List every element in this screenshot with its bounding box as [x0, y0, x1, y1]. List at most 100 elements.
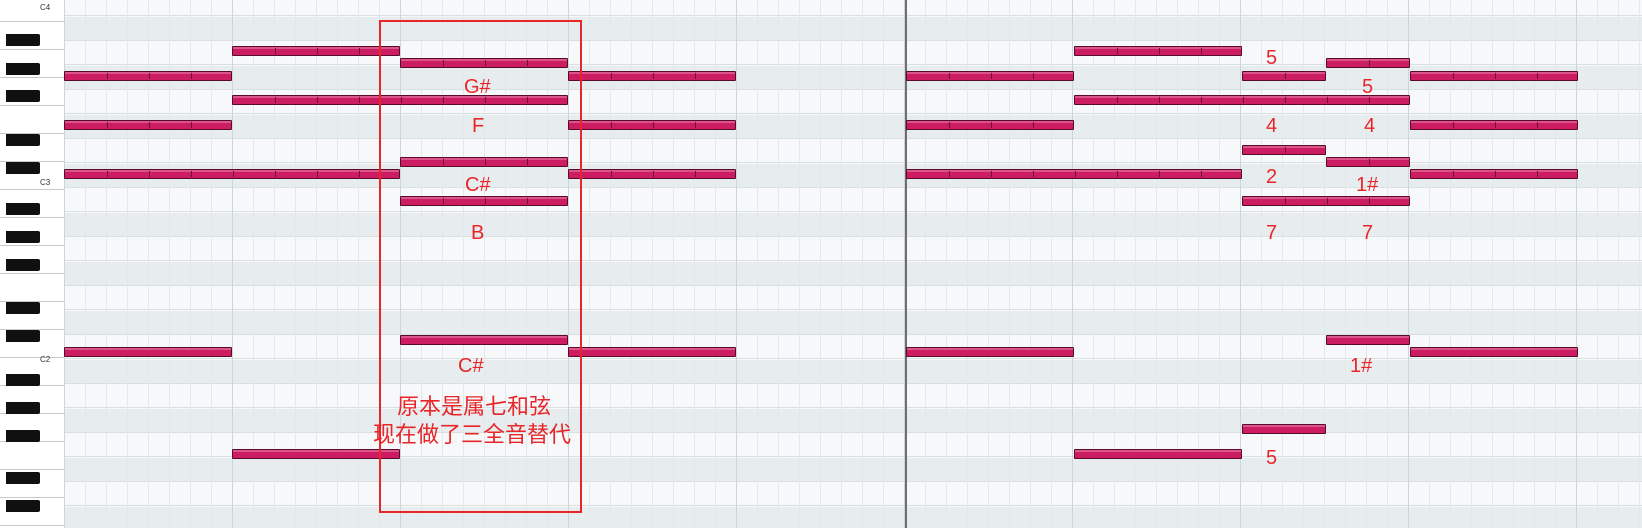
note-segment-tick [359, 171, 360, 177]
note-segment-tick [1201, 97, 1202, 103]
black-key[interactable] [6, 34, 40, 46]
black-key[interactable] [6, 472, 40, 484]
octave-label: C2 [40, 355, 51, 364]
midi-note[interactable] [568, 169, 736, 179]
beat-line [1345, 0, 1346, 528]
note-segment-tick [991, 122, 992, 128]
grid-row [64, 457, 1642, 482]
black-key[interactable] [6, 430, 40, 442]
note-segment-tick [653, 122, 654, 128]
midi-note[interactable] [906, 347, 1074, 357]
midi-note[interactable] [1326, 157, 1410, 167]
note-segment-tick [107, 171, 108, 177]
midi-note[interactable] [568, 71, 736, 81]
label-degree-2: 2 [1266, 166, 1278, 188]
octave-label: C3 [40, 178, 51, 187]
black-key[interactable] [6, 374, 40, 386]
black-key[interactable] [6, 63, 40, 75]
midi-note[interactable] [1410, 120, 1578, 130]
black-key[interactable] [6, 203, 40, 215]
midi-note[interactable] [906, 120, 1074, 130]
note-segment-tick [1159, 48, 1160, 54]
midi-note[interactable] [1326, 335, 1410, 345]
midi-note[interactable] [64, 120, 232, 130]
note-segment-tick [1369, 159, 1370, 165]
midi-note[interactable] [1242, 196, 1410, 206]
black-key[interactable] [6, 162, 40, 174]
white-key[interactable] [0, 106, 64, 134]
white-key[interactable] [0, 0, 64, 22]
note-segment-tick [1033, 171, 1034, 177]
grid-row [64, 0, 1642, 16]
note-segment-tick [611, 122, 612, 128]
black-key[interactable] [6, 330, 40, 342]
note-segment-tick [1537, 122, 1538, 128]
beat-line [778, 0, 779, 528]
midi-note[interactable] [1326, 58, 1410, 68]
note-segment-tick [233, 171, 234, 177]
grid-row [64, 16, 1642, 41]
black-key[interactable] [6, 134, 40, 146]
note-segment-tick [1159, 171, 1160, 177]
label-degree-1-sharp-low: 1# [1350, 355, 1373, 377]
note-segment-tick [1117, 97, 1118, 103]
octave-label: C4 [40, 3, 51, 12]
note-segment-tick [359, 97, 360, 103]
midi-note[interactable] [1410, 347, 1578, 357]
grid-row [64, 237, 1642, 261]
midi-note[interactable] [1410, 71, 1578, 81]
midi-note[interactable] [64, 71, 232, 81]
white-key[interactable] [0, 442, 64, 470]
beat-line [1639, 0, 1640, 528]
midi-note[interactable] [232, 449, 400, 459]
beat-line [799, 0, 800, 528]
note-segment-tick [1285, 73, 1286, 79]
black-key[interactable] [6, 90, 40, 102]
white-key[interactable] [0, 274, 64, 302]
note-segment-tick [1453, 73, 1454, 79]
label-degree-4-a: 4 [1266, 115, 1278, 137]
midi-note[interactable] [64, 169, 400, 179]
note-segment-tick [1537, 171, 1538, 177]
midi-note[interactable] [1410, 169, 1578, 179]
note-segment-tick [1327, 198, 1328, 204]
note-segment-tick [1453, 122, 1454, 128]
black-key[interactable] [6, 231, 40, 243]
midi-note[interactable] [232, 46, 400, 56]
black-key[interactable] [6, 402, 40, 414]
note-segment-tick [653, 73, 654, 79]
note-segment-tick [1327, 97, 1328, 103]
note-segment-tick [275, 48, 276, 54]
black-key[interactable] [6, 302, 40, 314]
grid-row [64, 261, 1642, 286]
midi-note[interactable] [906, 169, 1242, 179]
note-segment-tick [149, 122, 150, 128]
midi-note[interactable] [1242, 424, 1326, 434]
beat-line [1597, 0, 1598, 528]
note-segment-tick [317, 171, 318, 177]
note-segment-tick [107, 122, 108, 128]
note-segment-tick [949, 73, 950, 79]
label-degree-4-b: 4 [1364, 115, 1376, 137]
note-segment-tick [1117, 48, 1118, 54]
bar-line [1408, 0, 1409, 528]
note-segment-tick [949, 122, 950, 128]
piano-keyboard[interactable]: C4 C3 C2 [0, 0, 65, 528]
midi-note[interactable] [1242, 71, 1326, 81]
midi-note[interactable] [1074, 46, 1242, 56]
midi-note[interactable] [906, 71, 1074, 81]
midi-note[interactable] [1242, 145, 1326, 155]
label-degree-7-a: 7 [1266, 222, 1278, 244]
note-segment-tick [359, 48, 360, 54]
black-key[interactable] [6, 500, 40, 512]
midi-note[interactable] [1074, 449, 1242, 459]
black-key[interactable] [6, 259, 40, 271]
midi-note[interactable] [64, 347, 232, 357]
note-segment-tick [317, 48, 318, 54]
midi-note[interactable] [568, 347, 736, 357]
note-segment-tick [149, 73, 150, 79]
midi-note[interactable] [568, 120, 736, 130]
midi-note[interactable] [1074, 95, 1410, 105]
note-segment-tick [1033, 122, 1034, 128]
note-segment-tick [275, 171, 276, 177]
